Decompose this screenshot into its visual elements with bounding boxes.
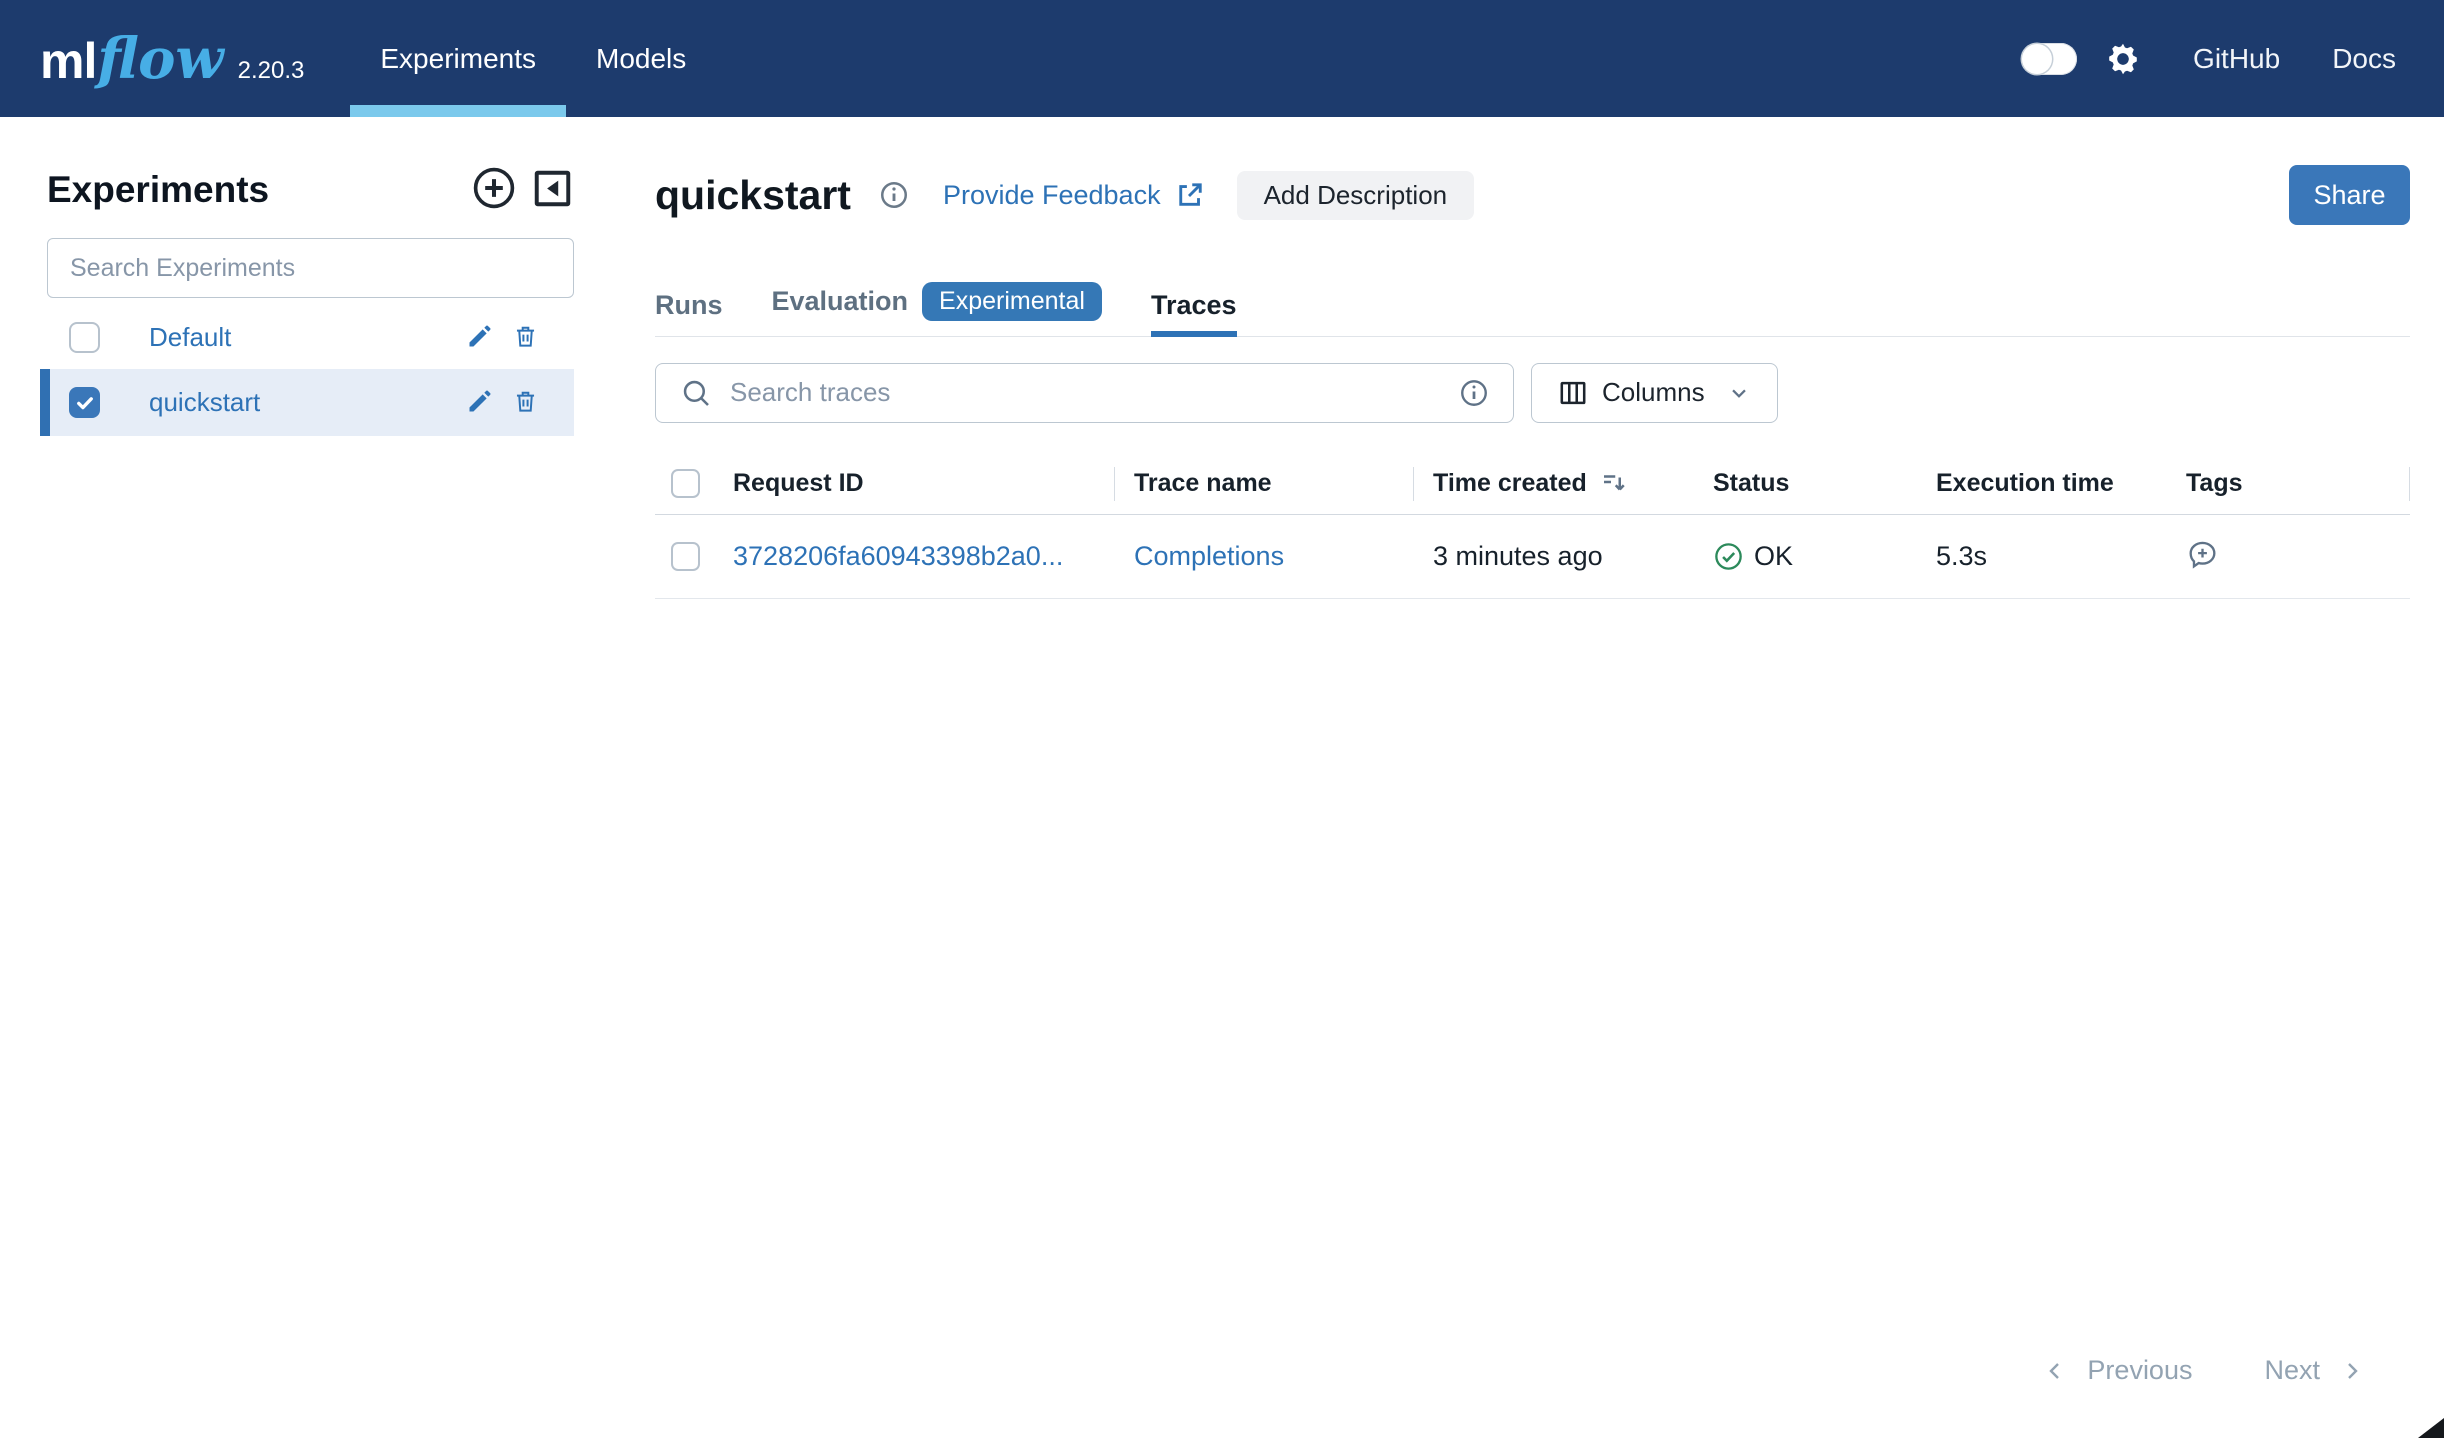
header-time-created[interactable]: Time created	[1413, 468, 1705, 498]
experiment-item-quickstart[interactable]: quickstart	[40, 369, 574, 436]
column-divider	[2409, 467, 2410, 501]
header-trace-name[interactable]: Trace name	[1114, 469, 1413, 498]
trash-icon	[513, 389, 538, 417]
chevron-right-icon	[2340, 1359, 2364, 1383]
chevron-left-icon	[2043, 1359, 2067, 1383]
panel-collapse-icon	[531, 167, 574, 213]
next-label: Next	[2264, 1355, 2320, 1386]
experiment-tabs: Runs Evaluation Experimental Traces	[655, 282, 2410, 337]
mlflow-app: ml flow 2.20.3 Experiments Models GitHub…	[0, 0, 2444, 1438]
pencil-icon	[466, 387, 494, 418]
nav-tab-experiments[interactable]: Experiments	[350, 0, 566, 117]
check-circle-icon	[1713, 541, 1744, 572]
tab-evaluation-label: Evaluation	[772, 286, 909, 317]
experiment-link-default[interactable]: Default	[149, 322, 466, 353]
pagination: Previous Next	[2043, 1355, 2364, 1386]
add-experiment-button[interactable]	[471, 165, 517, 214]
columns-button-label: Columns	[1602, 377, 1705, 408]
logo-ml-text: ml	[40, 32, 96, 90]
trace-row-checkbox[interactable]	[671, 542, 700, 571]
trash-icon	[513, 324, 538, 352]
info-circle-icon[interactable]	[879, 180, 909, 210]
experiment-checkbox-quickstart[interactable]	[69, 387, 100, 418]
trace-execution-time: 5.3s	[1928, 541, 2178, 572]
header-tags[interactable]: Tags	[2178, 469, 2410, 498]
experiment-header: quickstart Provide Feedback Add Descript…	[655, 165, 2410, 225]
speech-bubble-plus-icon	[2186, 538, 2219, 574]
page-title: quickstart	[655, 172, 851, 219]
pencil-icon	[466, 322, 494, 353]
header-execution-time[interactable]: Execution time	[1928, 469, 2178, 498]
docs-link[interactable]: Docs	[2332, 43, 2396, 75]
traces-table-header: Request ID Trace name Time created Statu…	[655, 453, 2410, 515]
search-traces-box[interactable]	[655, 363, 1514, 423]
edit-experiment-button[interactable]	[466, 322, 494, 353]
cursor-artifact	[2418, 1418, 2444, 1438]
gear-icon[interactable]	[2105, 41, 2141, 77]
github-link[interactable]: GitHub	[2193, 43, 2280, 75]
header-request-id[interactable]: Request ID	[717, 469, 1114, 498]
experiment-link-quickstart[interactable]: quickstart	[149, 387, 466, 418]
column-divider	[1114, 467, 1115, 501]
external-link-icon	[1175, 180, 1205, 210]
theme-toggle-knob	[2022, 44, 2052, 74]
select-all-checkbox[interactable]	[671, 469, 700, 498]
sidebar-title: Experiments	[47, 169, 471, 211]
experiments-sidebar: Experiments Default	[0, 117, 655, 1438]
trace-time-created: 3 minutes ago	[1413, 541, 1705, 572]
search-experiments-input[interactable]	[47, 238, 574, 298]
columns-button[interactable]: Columns	[1531, 363, 1778, 423]
mlflow-logo[interactable]: ml flow 2.20.3	[40, 26, 304, 92]
add-description-button[interactable]: Add Description	[1237, 171, 1475, 220]
tab-traces[interactable]: Traces	[1151, 290, 1237, 336]
delete-experiment-button[interactable]	[513, 389, 538, 417]
experiment-checkbox-default[interactable]	[69, 322, 100, 353]
column-divider	[1413, 467, 1414, 501]
tab-traces-label: Traces	[1151, 290, 1237, 321]
status-badge: OK	[1713, 541, 1793, 572]
primary-nav: Experiments Models	[350, 0, 716, 117]
search-traces-input[interactable]	[730, 377, 1459, 408]
add-tag-button[interactable]	[2186, 538, 2219, 574]
content-area: Experiments Default	[0, 117, 2444, 1438]
version-label: 2.20.3	[238, 57, 305, 85]
header-status[interactable]: Status	[1705, 469, 1928, 498]
tab-runs-label: Runs	[655, 290, 723, 321]
table-columns-icon	[1557, 377, 1589, 409]
experimental-badge: Experimental	[922, 282, 1102, 321]
magnifier-icon	[680, 377, 712, 409]
trace-request-id-link[interactable]: 3728206fa60943398b2a0...	[733, 541, 1063, 572]
provide-feedback-link[interactable]: Provide Feedback	[943, 180, 1161, 211]
tab-evaluation[interactable]: Evaluation Experimental	[772, 282, 1102, 336]
search-info-icon[interactable]	[1459, 378, 1489, 408]
header-time-created-label: Time created	[1433, 469, 1587, 498]
share-button[interactable]: Share	[2289, 165, 2410, 225]
experiment-detail-panel: quickstart Provide Feedback Add Descript…	[655, 117, 2444, 1438]
next-page-button[interactable]: Next	[2264, 1355, 2364, 1386]
delete-experiment-button[interactable]	[513, 324, 538, 352]
navbar-right-group: GitHub Docs	[2021, 41, 2396, 77]
experiments-list: Default qu	[40, 306, 574, 436]
trace-table-row[interactable]: 3728206fa60943398b2a0... Completions 3 m…	[655, 515, 2410, 599]
top-navbar: ml flow 2.20.3 Experiments Models GitHub…	[0, 0, 2444, 117]
previous-page-button[interactable]: Previous	[2043, 1355, 2192, 1386]
chevron-down-icon	[1726, 380, 1752, 406]
traces-toolbar: Columns	[655, 363, 2410, 423]
edit-experiment-button[interactable]	[466, 387, 494, 418]
trace-name-link[interactable]: Completions	[1134, 541, 1284, 571]
plus-circle-icon	[471, 165, 517, 214]
nav-tab-models[interactable]: Models	[566, 0, 716, 117]
tab-runs[interactable]: Runs	[655, 290, 723, 336]
sidebar-header: Experiments	[47, 165, 574, 214]
previous-label: Previous	[2087, 1355, 2192, 1386]
logo-flow-text: flow	[97, 26, 223, 92]
experiment-item-default[interactable]: Default	[40, 306, 574, 369]
status-text: OK	[1754, 541, 1793, 572]
theme-toggle[interactable]	[2021, 43, 2077, 75]
collapse-sidebar-button[interactable]	[531, 167, 574, 213]
sort-descending-icon[interactable]	[1599, 468, 1629, 498]
traces-table: Request ID Trace name Time created Statu…	[655, 453, 2410, 599]
